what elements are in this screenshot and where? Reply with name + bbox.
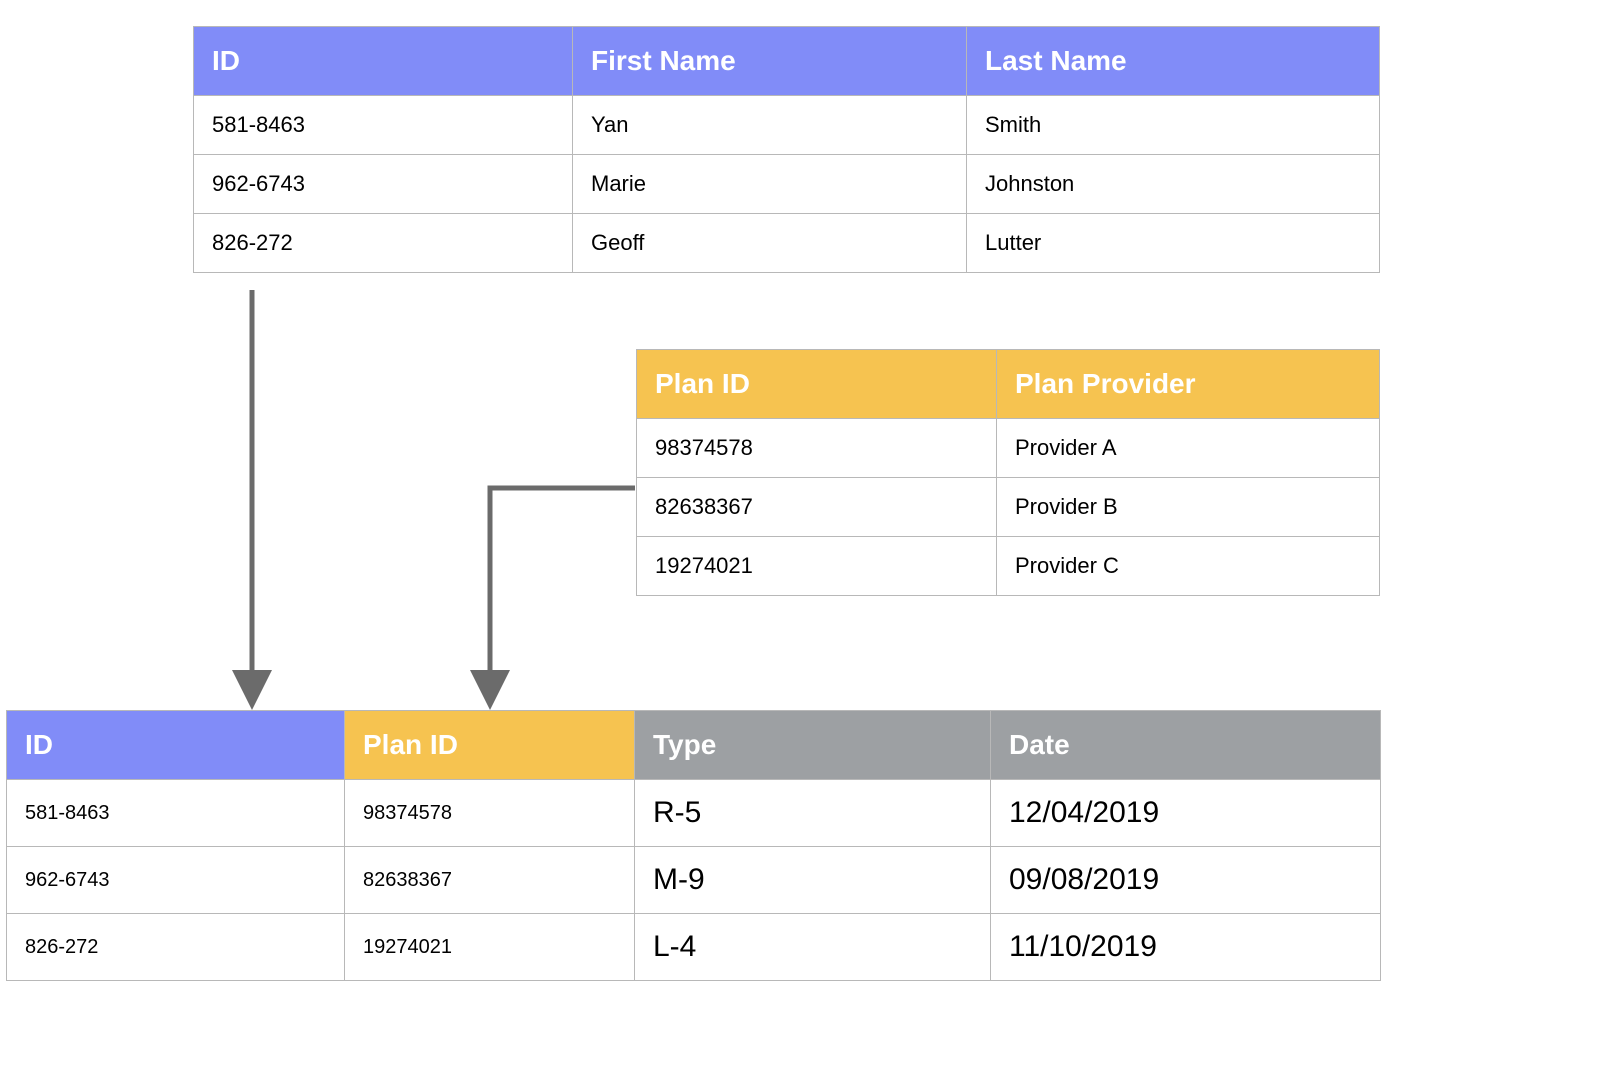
col-header-type: Type xyxy=(635,711,991,780)
table-header-row: ID Plan ID Type Date xyxy=(7,711,1381,780)
table-row: 826-272 19274021 L-4 11/10/2019 xyxy=(7,914,1381,981)
cell-lastname: Lutter xyxy=(967,214,1380,273)
table-row: 19274021 Provider C xyxy=(637,537,1380,596)
cell-firstname: Marie xyxy=(573,155,967,214)
cell-type: M-9 xyxy=(635,847,991,914)
cell-date: 11/10/2019 xyxy=(991,914,1381,981)
cell-id: 962-6743 xyxy=(7,847,345,914)
cell-type: L-4 xyxy=(635,914,991,981)
diagram-canvas: ID First Name Last Name 581-8463 Yan Smi… xyxy=(0,0,1597,1080)
cell-lastname: Johnston xyxy=(967,155,1380,214)
cell-firstname: Yan xyxy=(573,96,967,155)
cell-plan-id: 19274021 xyxy=(637,537,997,596)
arrow-id-link-icon xyxy=(232,290,272,710)
table-row: 98374578 Provider A xyxy=(637,419,1380,478)
cell-id: 581-8463 xyxy=(7,780,345,847)
cell-provider: Provider A xyxy=(997,419,1380,478)
cell-provider: Provider B xyxy=(997,478,1380,537)
joined-table: ID Plan ID Type Date 581-8463 98374578 R… xyxy=(6,710,1381,981)
table-row: 962-6743 Marie Johnston xyxy=(194,155,1380,214)
table-row: 581-8463 98374578 R-5 12/04/2019 xyxy=(7,780,1381,847)
cell-firstname: Geoff xyxy=(573,214,967,273)
table-header-row: ID First Name Last Name xyxy=(194,27,1380,96)
col-header-id: ID xyxy=(194,27,573,96)
cell-provider: Provider C xyxy=(997,537,1380,596)
cell-type: R-5 xyxy=(635,780,991,847)
table-row: 826-272 Geoff Lutter xyxy=(194,214,1380,273)
cell-id: 962-6743 xyxy=(194,155,573,214)
cell-date: 09/08/2019 xyxy=(991,847,1381,914)
cell-id: 826-272 xyxy=(194,214,573,273)
col-header-plan-provider: Plan Provider xyxy=(997,350,1380,419)
cell-id: 581-8463 xyxy=(194,96,573,155)
table-row: 581-8463 Yan Smith xyxy=(194,96,1380,155)
cell-plan-id: 98374578 xyxy=(345,780,635,847)
plans-table: Plan ID Plan Provider 98374578 Provider … xyxy=(636,349,1380,596)
cell-plan-id: 98374578 xyxy=(637,419,997,478)
cell-plan-id: 19274021 xyxy=(345,914,635,981)
cell-plan-id: 82638367 xyxy=(345,847,635,914)
col-header-last-name: Last Name xyxy=(967,27,1380,96)
col-header-plan-id: Plan ID xyxy=(637,350,997,419)
col-header-first-name: First Name xyxy=(573,27,967,96)
cell-plan-id: 82638367 xyxy=(637,478,997,537)
cell-date: 12/04/2019 xyxy=(991,780,1381,847)
persons-table: ID First Name Last Name 581-8463 Yan Smi… xyxy=(193,26,1380,273)
cell-id: 826-272 xyxy=(7,914,345,981)
table-row: 82638367 Provider B xyxy=(637,478,1380,537)
col-header-date: Date xyxy=(991,711,1381,780)
col-header-plan-id: Plan ID xyxy=(345,711,635,780)
col-header-id: ID xyxy=(7,711,345,780)
arrow-planid-link-icon xyxy=(460,480,660,710)
cell-lastname: Smith xyxy=(967,96,1380,155)
table-header-row: Plan ID Plan Provider xyxy=(637,350,1380,419)
table-row: 962-6743 82638367 M-9 09/08/2019 xyxy=(7,847,1381,914)
